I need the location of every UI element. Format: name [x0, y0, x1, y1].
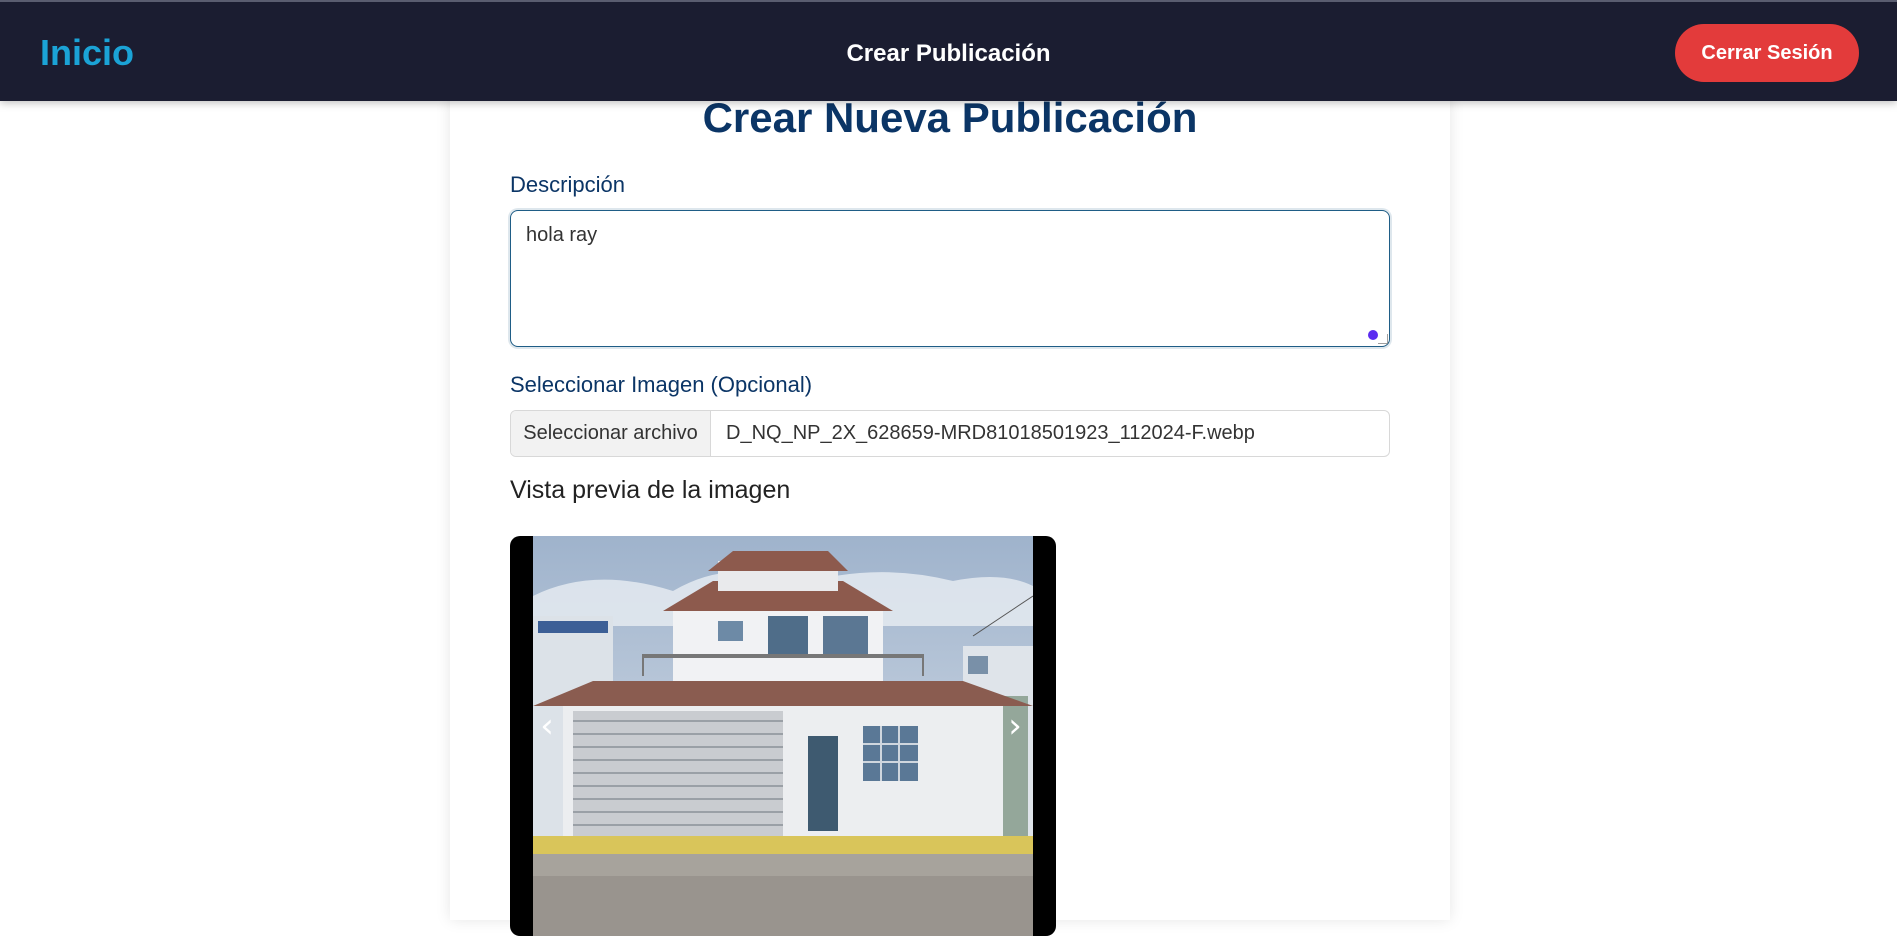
- choose-file-button[interactable]: Seleccionar archivo: [511, 411, 711, 456]
- selected-file-name: D_NQ_NP_2X_628659-MRD81018501923_112024-…: [726, 422, 1255, 444]
- image-label: Seleccionar Imagen (Opcional): [510, 372, 813, 397]
- grammar-indicator-icon: [1368, 330, 1378, 340]
- house-preview-image: [533, 536, 1033, 936]
- preview-heading: Vista previa de la imagen: [510, 476, 791, 504]
- description-label: Descripción: [510, 172, 625, 197]
- form-title: Crear Nueva Publicación: [702, 94, 1198, 141]
- chevron-left-icon[interactable]: ‹: [532, 706, 562, 746]
- resize-handle-icon[interactable]: [1378, 334, 1388, 344]
- file-input[interactable]: Seleccionar archivo D_NQ_NP_2X_628659-MR…: [510, 410, 1390, 457]
- navbar: Inicio Crear Publicación Cerrar Sesión: [0, 0, 1897, 101]
- logout-button[interactable]: Cerrar Sesión: [1675, 24, 1859, 82]
- chevron-right-icon[interactable]: ›: [1000, 706, 1030, 746]
- page-title: Crear Publicación: [846, 40, 1051, 67]
- description-textarea[interactable]: hola ray: [510, 210, 1390, 347]
- image-preview-carousel: ‹ ›: [510, 536, 1056, 936]
- create-post-card: Crear Nueva Publicación Descripción hola…: [450, 80, 1450, 936]
